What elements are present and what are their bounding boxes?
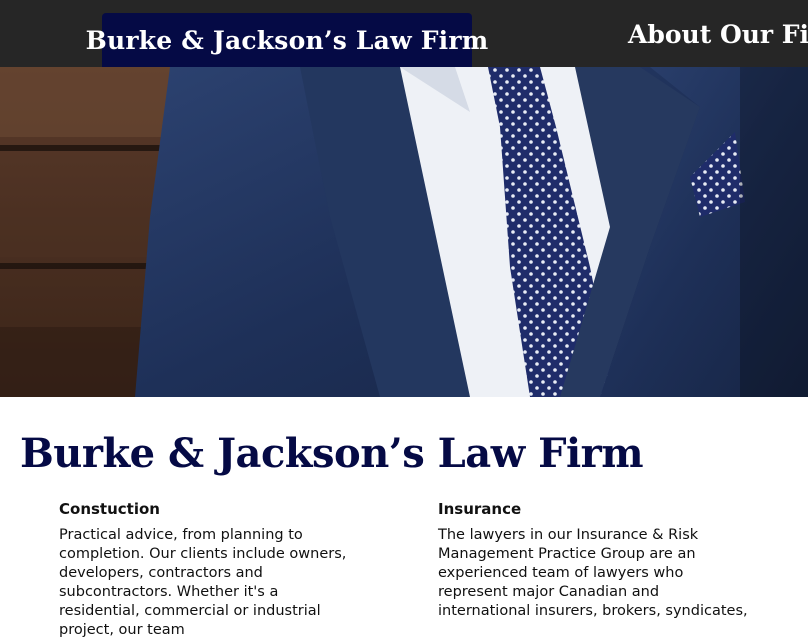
page-title: Burke & Jackson’s Law Firm	[20, 430, 644, 477]
brand-home-link[interactable]: Burke & Jackson’s Law Firm	[86, 13, 488, 67]
hero-image	[0, 67, 808, 397]
top-navigation-bar: Burke & Jackson’s Law Firm About Our Fir…	[0, 0, 808, 67]
suit-photo	[0, 67, 808, 397]
practice-area-construction: Constuction Practical advice, from plann…	[59, 500, 359, 640]
practice-area-heading: Insurance	[438, 500, 522, 518]
nav-about-link[interactable]: About Our Firm	[628, 20, 808, 49]
practice-area-description: Practical advice, from planning to compl…	[59, 527, 347, 638]
practice-area-description: The lawyers in our Insurance & Risk Mana…	[438, 527, 748, 619]
brand-name: Burke & Jackson’s Law Firm	[85, 25, 489, 55]
practice-area-insurance: Insurance The lawyers in our Insurance &…	[438, 500, 748, 621]
practice-area-heading: Constuction	[59, 500, 160, 518]
